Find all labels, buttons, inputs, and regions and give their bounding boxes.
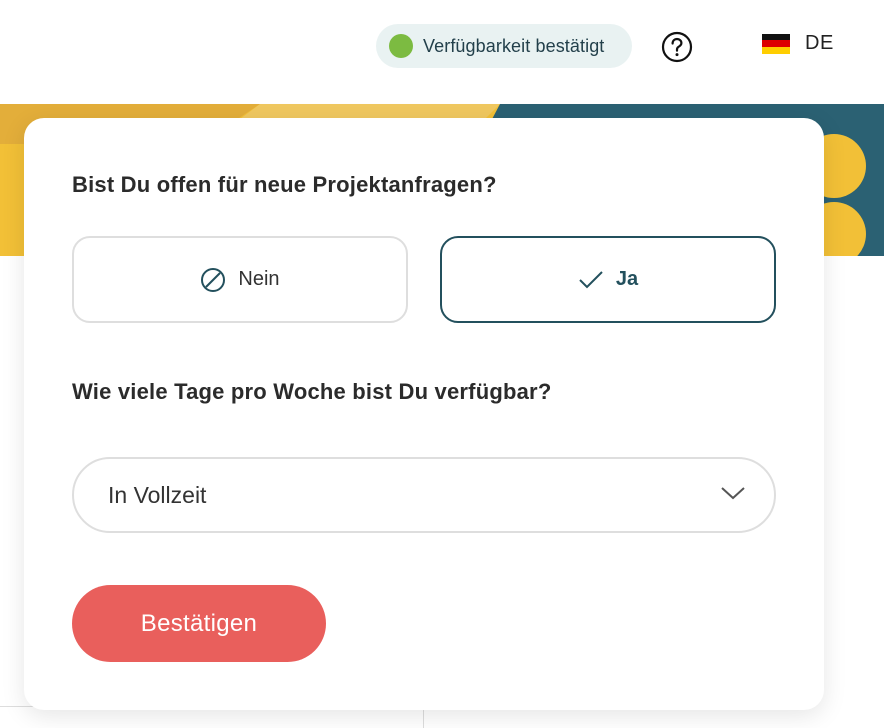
question-circle-icon[interactable] <box>660 30 694 64</box>
option-yes-label: Ja <box>615 268 639 290</box>
option-no-button[interactable]: Nein <box>72 236 408 323</box>
availability-card: Bist Du offen für neue Projektanfragen? … <box>24 118 824 710</box>
option-no-label: Nein <box>238 268 280 290</box>
top-bar: Verfügbarkeit bestätigt DE <box>0 0 884 104</box>
germany-flag-icon <box>762 33 790 54</box>
option-yes-button[interactable]: Ja <box>440 236 776 323</box>
question-open-for-projects: Bist Du offen für neue Projektanfragen? <box>72 172 497 197</box>
availability-status-badge[interactable]: Verfügbarkeit bestätigt <box>376 24 632 68</box>
days-per-week-value: In Vollzeit <box>108 481 207 508</box>
language-code: DE <box>805 32 834 54</box>
question-days-per-week: Wie viele Tage pro Woche bist Du verfügb… <box>72 379 552 404</box>
status-indicator-dot <box>389 34 413 58</box>
check-icon <box>579 270 603 288</box>
chevron-down-icon <box>721 487 745 500</box>
days-per-week-select[interactable]: In Vollzeit <box>72 457 776 533</box>
language-selector[interactable]: DE <box>762 32 834 55</box>
block-icon <box>201 267 226 292</box>
confirm-button[interactable]: Bestätigen <box>72 585 326 662</box>
availability-status-text: Verfügbarkeit bestätigt <box>423 35 605 56</box>
